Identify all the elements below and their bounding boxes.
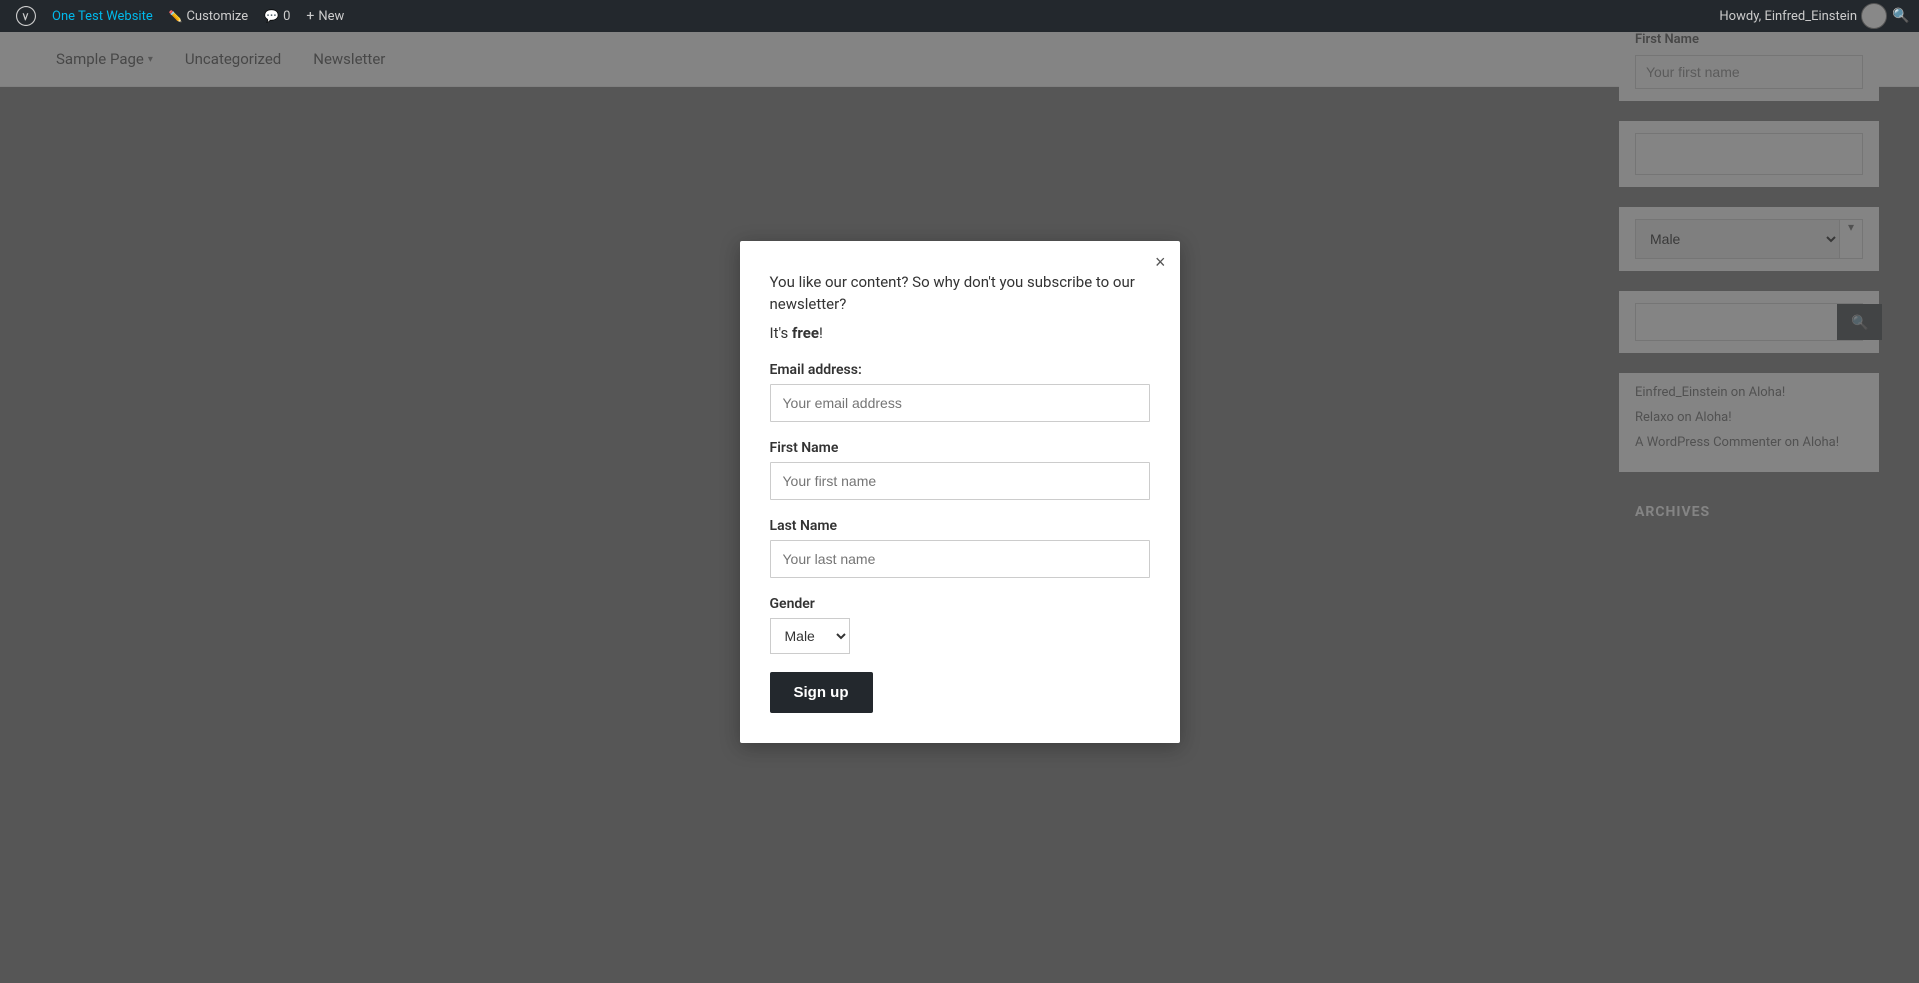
modal-close-button[interactable]: × [1155,253,1166,271]
admin-comments[interactable]: 💬 0 [256,0,298,32]
form-group-gender: Gender Male Female Other [770,596,1150,654]
first-name-input[interactable] [770,462,1150,500]
email-label: Email address: [770,362,1150,378]
form-group-last-name: Last Name [770,518,1150,578]
admin-avatar [1861,3,1887,29]
gender-label: Gender [770,596,1150,612]
modal-title: You like our content? So why don't you s… [770,271,1150,316]
form-group-email: Email address: [770,362,1150,422]
admin-bar: One Test Website ✏️ Customize 💬 0 + New … [0,0,1919,32]
modal-subtitle-suffix: ! [819,324,823,342]
admin-bar-right: Howdy, Einfred_Einstein 🔍 [1719,3,1911,29]
modal-subtitle-prefix: It's [770,324,793,342]
admin-search-icon[interactable]: 🔍 [1891,6,1911,26]
admin-new[interactable]: + New [298,0,352,32]
subscribe-modal: × You like our content? So why don't you… [740,241,1180,743]
form-group-first-name: First Name [770,440,1150,500]
first-name-label: First Name [770,440,1150,456]
modal-overlay[interactable]: × You like our content? So why don't you… [0,0,1919,983]
modal-subtitle-bold: free [792,324,819,342]
last-name-input[interactable] [770,540,1150,578]
signup-button[interactable]: Sign up [770,672,873,713]
email-input[interactable] [770,384,1150,422]
last-name-label: Last Name [770,518,1150,534]
admin-howdy: Howdy, Einfred_Einstein [1719,9,1857,24]
modal-subtitle: It's free! [770,324,1150,342]
admin-wp-logo[interactable] [8,0,44,32]
gender-select[interactable]: Male Female Other [770,618,850,654]
admin-customize[interactable]: ✏️ Customize [161,0,256,32]
admin-site-name[interactable]: One Test Website [44,0,161,32]
